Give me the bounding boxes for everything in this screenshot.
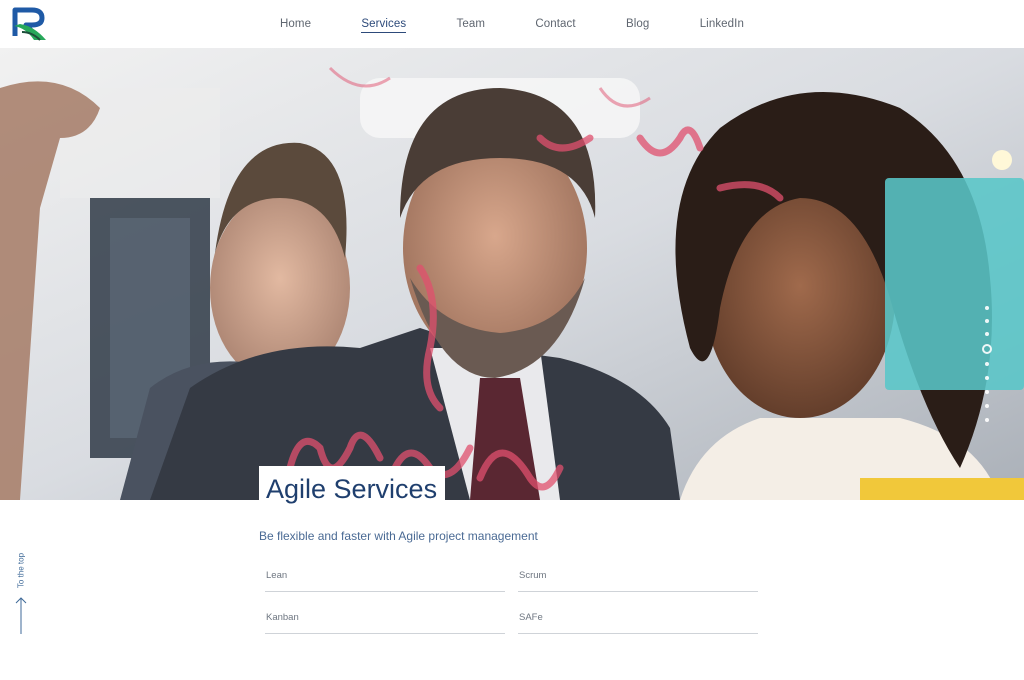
option-label: Scrum — [519, 570, 547, 581]
slide-dot[interactable] — [985, 390, 989, 394]
page-subtitle: Be flexible and faster with Agile projec… — [259, 529, 538, 543]
slide-indicator — [980, 306, 994, 438]
slide-dot[interactable] — [985, 332, 989, 336]
hero-image — [0, 48, 1024, 500]
page-title: Agile Services — [266, 474, 438, 504]
site-header: Home Services Team Contact Blog LinkedIn — [0, 0, 1024, 48]
option-lean[interactable]: Lean — [265, 566, 505, 592]
slide-dot[interactable] — [985, 418, 989, 422]
slide-dot[interactable] — [985, 319, 989, 323]
slide-dot-active[interactable] — [982, 344, 992, 354]
team-photo-icon — [0, 48, 1024, 500]
option-safe[interactable]: SAFe — [518, 608, 758, 634]
option-label: Lean — [266, 570, 288, 581]
nav-team[interactable]: Team — [457, 16, 486, 32]
to-top-label: To the top — [16, 552, 26, 589]
to-top-button[interactable]: To the top — [12, 552, 30, 638]
slide-dot[interactable] — [985, 306, 989, 310]
nav-home[interactable]: Home — [280, 16, 311, 32]
option-scrum[interactable]: Scrum — [518, 566, 758, 592]
arrow-up-icon — [15, 597, 27, 634]
slide-dot[interactable] — [985, 404, 989, 408]
nav-contact[interactable]: Contact — [535, 16, 575, 32]
option-label: SAFe — [519, 612, 543, 623]
slide-dot[interactable] — [985, 376, 989, 380]
option-label: Kanban — [266, 612, 299, 623]
option-kanban[interactable]: Kanban — [265, 608, 505, 634]
nav-services[interactable]: Services — [361, 16, 407, 33]
main-nav: Home Services Team Contact Blog LinkedIn — [280, 0, 744, 48]
nav-linkedin[interactable]: LinkedIn — [700, 16, 744, 32]
nav-blog[interactable]: Blog — [626, 16, 649, 32]
slide-dot[interactable] — [985, 362, 989, 366]
page-title-box: Agile Services — [259, 466, 446, 504]
logo-icon[interactable] — [12, 6, 50, 42]
